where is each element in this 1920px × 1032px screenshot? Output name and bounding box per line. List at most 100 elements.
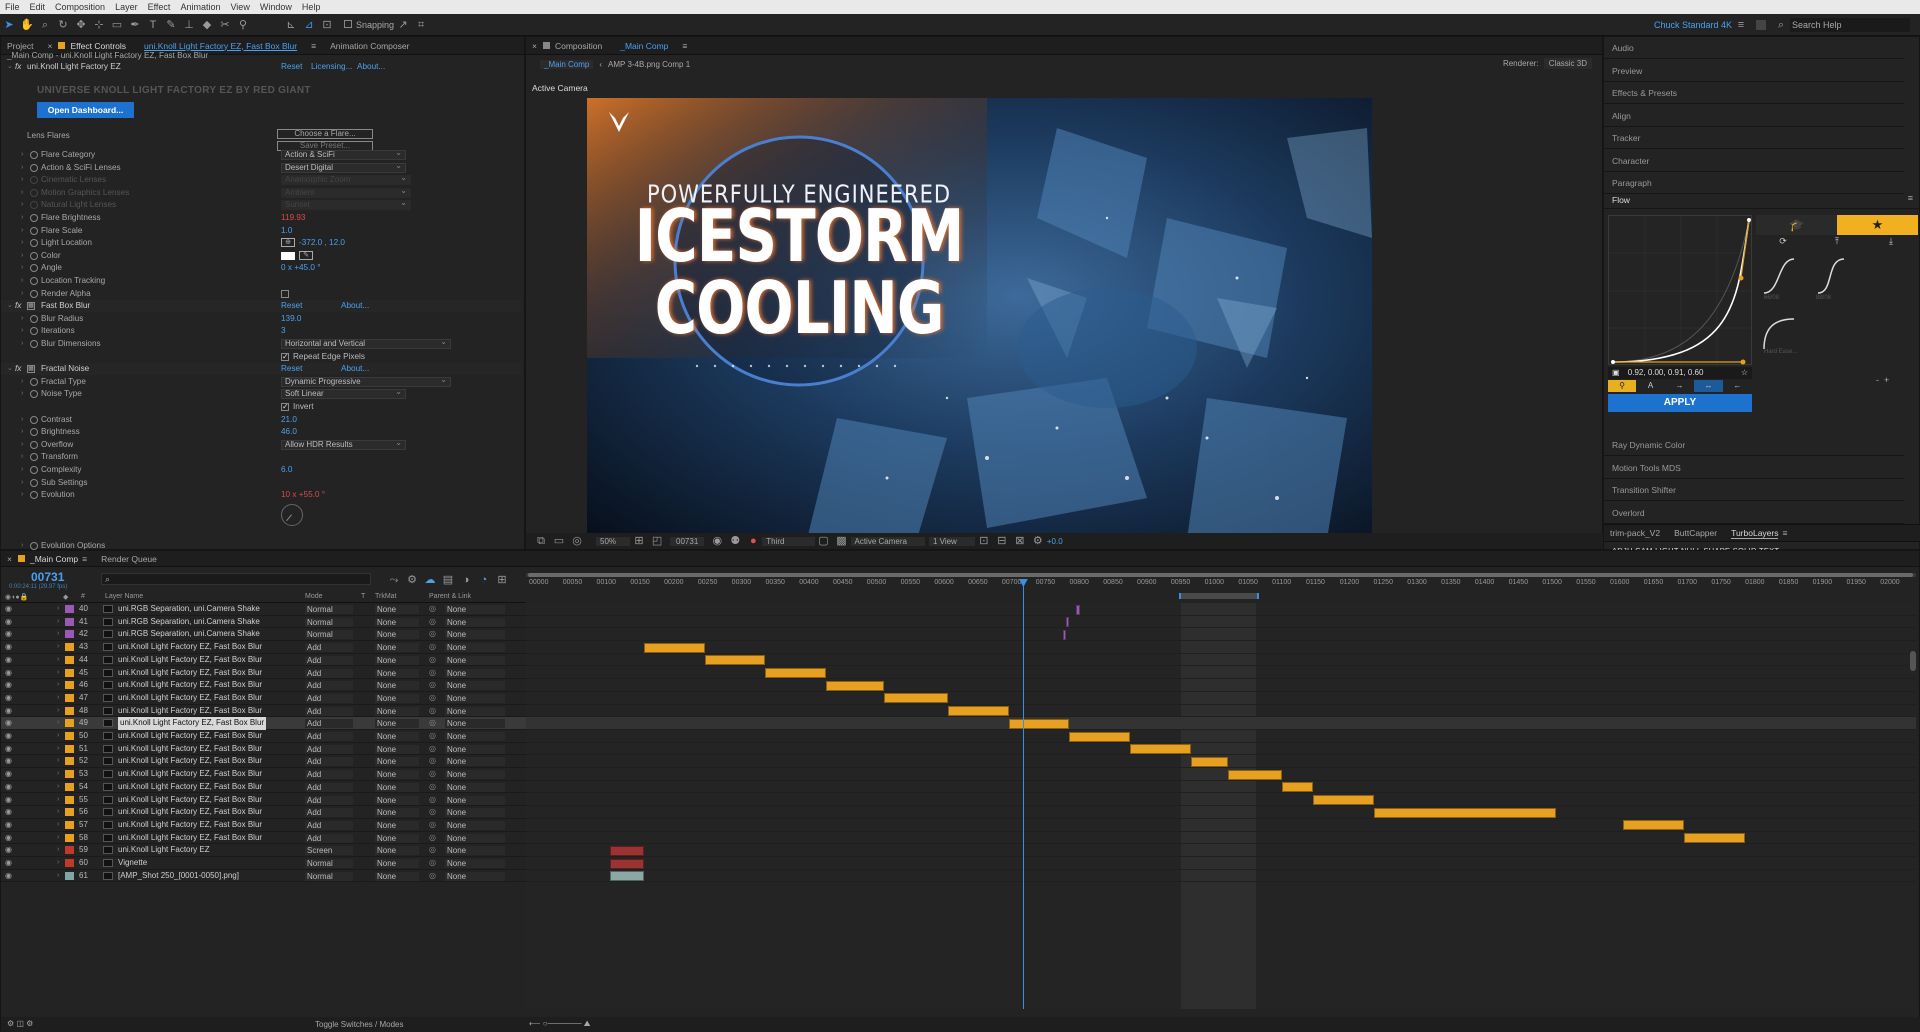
rotate-tool-icon[interactable]: ↻	[56, 18, 70, 32]
snapping-checkbox[interactable]	[344, 19, 352, 28]
prop-dropdown[interactable]: Allow HDR Results	[281, 439, 406, 450]
layer-label-color[interactable]	[65, 833, 74, 842]
trkmat-dropdown[interactable]: None	[375, 732, 419, 741]
layer-mode-dropdown[interactable]: Add	[305, 655, 353, 665]
pick-whip-icon[interactable]: ◎	[429, 717, 436, 730]
axis-view-icon[interactable]: ⊡	[320, 18, 334, 32]
trkmat-dropdown[interactable]: None	[375, 605, 419, 614]
prop-value[interactable]: 1.0	[281, 225, 292, 237]
expand-chevron-icon[interactable]: ›	[57, 654, 59, 667]
expand-chevron-icon[interactable]: ›	[57, 781, 59, 794]
layer-name[interactable]: uni.Knoll Light Factory EZ, Fast Box Blu…	[118, 819, 262, 832]
type-tool-icon[interactable]: T	[146, 18, 160, 32]
expand-chevron-icon[interactable]: ›	[57, 603, 59, 616]
color-channel-icon[interactable]: ●	[746, 534, 760, 548]
left_panel.fx3.props-prop-1[interactable]: › Noise Type Soft Linear	[1, 388, 521, 400]
exposure-value[interactable]: +0.0	[1047, 537, 1063, 546]
layer-row[interactable]: ◉ › 52 uni.Knoll Light Factory EZ, Fast Box…	[1, 755, 526, 769]
layer-duration-bar[interactable]	[765, 668, 827, 678]
flow-menu-icon[interactable]: ≡	[1908, 193, 1913, 203]
visibility-eye-icon[interactable]: ◉	[5, 628, 12, 641]
prop-value[interactable]: 3	[281, 325, 286, 337]
layer-row[interactable]: ◉ › 61 [AMP_Shot 250_[0001-0050].png] Normal…	[1, 870, 526, 883]
layer-name[interactable]: uni.Knoll Light Factory EZ, Fast Box Blu…	[118, 717, 267, 730]
draft-3d-icon[interactable]: ⤳	[387, 573, 401, 587]
puppet-tool-icon[interactable]: ⚲	[236, 18, 250, 32]
prop-checkbox[interactable]	[281, 289, 289, 298]
trkmat-dropdown[interactable]: None	[375, 871, 419, 881]
panel-menu-icon[interactable]: ≡	[311, 41, 316, 51]
stopwatch-icon[interactable]	[30, 491, 38, 500]
visibility-eye-icon[interactable]: ◉	[5, 654, 12, 667]
layer-search-input[interactable]: ⌕	[101, 573, 371, 585]
parent-dropdown[interactable]: None	[445, 630, 505, 640]
layer-duration-bar[interactable]	[610, 871, 644, 882]
layer-name[interactable]: uni.Knoll Light Factory EZ	[118, 844, 210, 857]
layer-label-color[interactable]	[65, 871, 74, 880]
left_panel.fx2.props-prop-3[interactable]: Repeat Edge Pixels	[1, 351, 521, 363]
layer-row[interactable]: ◉ › 56 uni.Knoll Light Factory EZ, Fast Box…	[1, 806, 526, 819]
resolution-dropdown[interactable]: Third	[762, 536, 815, 546]
prop-value[interactable]: 139.0	[281, 313, 302, 325]
tab-main-comp[interactable]: _Main Comp	[30, 554, 78, 564]
visibility-eye-icon[interactable]: ◉	[5, 603, 12, 616]
parent-dropdown[interactable]: None	[445, 833, 505, 843]
left_panel.props-prop-1[interactable]: › Action & SciFi Lenses Desert Digital	[1, 162, 521, 174]
layer-mode-dropdown[interactable]: Normal	[305, 871, 353, 881]
right-panel-item-overlord[interactable]: Overlord	[1604, 502, 1904, 524]
flow-arrow-out-icon[interactable]: ←	[1723, 380, 1752, 392]
layer-label-color[interactable]	[65, 693, 74, 702]
prop-checkbox[interactable]	[281, 401, 289, 413]
reset-exposure-icon[interactable]: ⊟	[995, 534, 1009, 548]
pick-whip-icon[interactable]: ◎	[429, 870, 436, 883]
layer-duration-bar[interactable]	[883, 693, 948, 704]
left_panel.fx3.props-prop-9[interactable]: › Evolution 10 x +55.0 °	[1, 489, 521, 501]
tab-animation-composer[interactable]: Animation Composer	[330, 41, 409, 51]
stopwatch-icon[interactable]	[30, 327, 38, 336]
toggle-icons[interactable]: ⚙ ◫ ⚙	[7, 1019, 33, 1028]
layer-mode-dropdown[interactable]: Add	[305, 770, 353, 780]
fx-about[interactable]: About...	[341, 300, 369, 312]
layer-mode-dropdown[interactable]: Add	[305, 643, 353, 653]
layer-row[interactable]: ◉ › 40 uni.RGB Separation, uni.Camera Shake…	[1, 603, 526, 616]
layer-duration-bar[interactable]	[1282, 782, 1313, 793]
open-dashboard-button[interactable]: Open Dashboard...	[37, 102, 134, 118]
fx-header-fx2[interactable]: ⌄ fx ▦ Fast Box Blur Reset About...	[1, 300, 521, 313]
stopwatch-icon[interactable]	[30, 214, 38, 222]
workspace-name[interactable]: Chuck Standard 4K	[1654, 20, 1732, 30]
layer-label-color[interactable]	[65, 757, 74, 766]
menu-file[interactable]: File	[0, 2, 25, 12]
stopwatch-icon[interactable]	[30, 176, 38, 185]
stopwatch-icon[interactable]	[30, 226, 38, 235]
pick-whip-icon[interactable]: ◎	[429, 832, 436, 845]
upload-icon[interactable]: ⤒	[1810, 236, 1864, 250]
expand-chevron-icon[interactable]: ›	[57, 616, 59, 629]
layer-row[interactable]: ◉ › 54 uni.Knoll Light Factory EZ, Fast Box…	[1, 781, 526, 794]
close-icon[interactable]: ×	[47, 41, 52, 51]
edit-icon[interactable]: ▣	[1608, 368, 1620, 377]
parent-dropdown[interactable]: None	[445, 871, 505, 881]
show-snapshot-icon[interactable]: ⚉	[728, 534, 742, 548]
left_panel.fx3.props-prop-4[interactable]: › Brightness 46.0	[1, 426, 521, 438]
expand-chevron-icon[interactable]: ›	[57, 794, 59, 807]
layer-row[interactable]: ◉ › 46 uni.Knoll Light Factory EZ, Fast Box…	[1, 679, 526, 692]
visibility-eye-icon[interactable]: ◉	[5, 641, 12, 654]
parent-dropdown[interactable]: None	[445, 668, 505, 678]
pick-whip-icon[interactable]: ◎	[429, 641, 436, 654]
expand-chevron-icon[interactable]: ›	[57, 819, 59, 832]
prop-value[interactable]: -372.0 , 12.0	[299, 237, 345, 249]
layer-name-header[interactable]: Layer Name	[105, 593, 143, 600]
expand-chevron-icon[interactable]: ›	[57, 755, 59, 768]
left_panel.fx3.props-prop-7[interactable]: › Complexity 6.0	[1, 464, 521, 476]
left_panel.fx3.props-prop-0[interactable]: › Fractal Type Dynamic Progressive	[1, 376, 521, 388]
work-area-bar[interactable]	[1179, 593, 1259, 599]
layer-label-color[interactable]	[65, 706, 74, 715]
left_panel.fx3.props-prop-3[interactable]: › Contrast 21.0	[1, 414, 521, 426]
view-layout-dropdown[interactable]: 1 View	[928, 536, 975, 546]
expand-chevron-icon[interactable]: ›	[57, 832, 59, 845]
layer-duration-bar[interactable]	[1130, 744, 1192, 755]
stopwatch-icon[interactable]	[30, 541, 38, 550]
expand-chevron-icon[interactable]: ›	[57, 705, 59, 718]
roto-tool-icon[interactable]: ✂	[218, 18, 232, 32]
right-panel-item-effects-presets[interactable]: Effects & Presets	[1604, 82, 1904, 104]
